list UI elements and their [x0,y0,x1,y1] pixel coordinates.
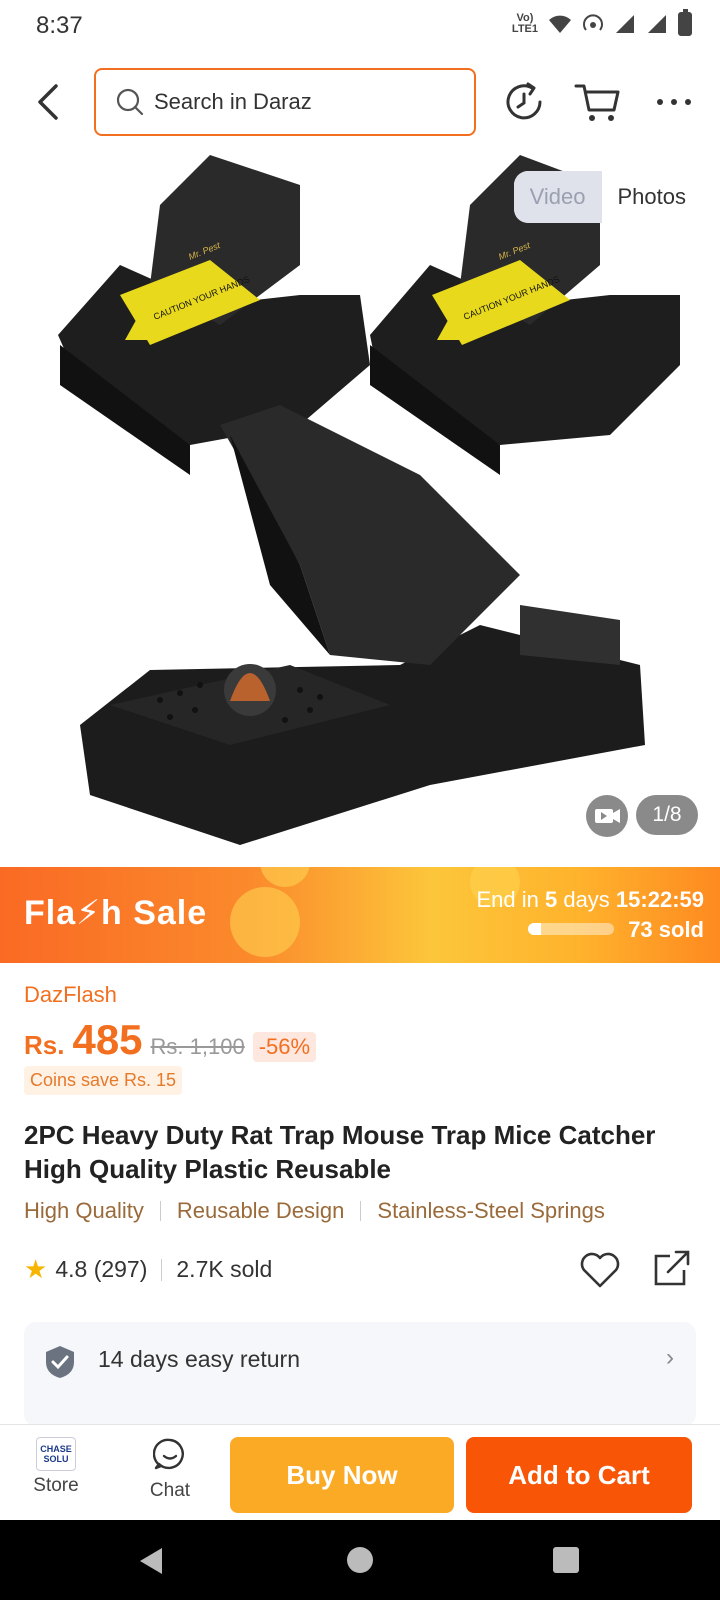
price-currency: Rs. [24,1030,65,1060]
review-count: (297) [93,1256,148,1282]
search-placeholder: Search in Daraz [154,89,312,114]
search-input[interactable]: Search in Daraz [94,68,476,136]
star-icon: ★ [24,1254,48,1284]
nav-recents-icon[interactable] [552,1546,580,1574]
current-price: 485 [72,1016,143,1063]
wifi-icon [549,15,571,33]
video-camera-icon [595,809,620,823]
hotspot-icon [583,14,603,31]
chat-icon [152,1438,184,1470]
cart-icon[interactable] [572,76,624,128]
signal-icon [616,15,634,33]
return-policy-card[interactable]: 14 days easy return › [24,1322,696,1426]
signal-icon-2 [648,15,666,33]
image-counter: 1/8 [636,795,698,835]
product-photo: CAUTION YOUR HANDS Mr. Pest CAUTION YOUR… [58,155,680,845]
feature-tag: Reusable Design [176,1198,345,1223]
status-time: 8:37 [36,12,83,39]
rating-row[interactable]: ★ 4.8 (297) 2.7K sold [24,1254,272,1285]
sold-count: 2.7K sold [176,1256,273,1282]
coin-decoration [230,887,300,957]
divider [159,1201,161,1221]
store-logo: CHASE SOLU [36,1437,76,1471]
video-play-button[interactable] [586,795,628,837]
system-nav-bar [0,1520,720,1600]
feature-tags: High Quality Reusable Design Stainless-S… [24,1198,605,1224]
price-row: Rs. 485 Rs. 1,100 -56% [24,1016,317,1064]
history-icon[interactable] [498,76,550,128]
coins-save-badge: Coins save Rs. 15 [24,1066,183,1095]
status-icons: Vo) LTE1 [511,9,692,36]
flash-sale-title: Fla⚡h Sale [24,894,208,932]
trap-open-illustration [80,405,645,845]
more-options-icon[interactable] [648,76,700,128]
return-policy-text: 14 days easy return [98,1346,301,1372]
campaign-label: DazFlash [24,982,117,1007]
volte-icon: Vo) LTE1 [511,12,538,35]
rating-value: 4.8 [55,1256,88,1282]
discount-badge: -56% [252,1032,317,1062]
wishlist-heart-icon[interactable] [578,1248,622,1292]
flash-sale-sold-count: 73 sold [628,917,704,942]
divider [161,1258,163,1281]
chat-label: Chat [149,1480,191,1501]
media-toggle: Video Photos [513,171,702,223]
product-image-gallery[interactable]: CAUTION YOUR HANDS Mr. Pest CAUTION YOUR… [0,145,720,867]
top-nav: Search in Daraz [0,62,720,142]
nav-home-icon[interactable] [346,1546,374,1574]
chevron-right-icon: › [666,1344,674,1371]
flash-sale-progress-bar [528,923,614,935]
battery-icon [678,9,692,36]
coin-decoration [260,867,310,887]
store-button[interactable]: CHASE SOLU Store [24,1437,88,1497]
divider [360,1201,362,1221]
feature-tag: Stainless-Steel Springs [377,1198,605,1223]
chat-button[interactable]: Chat [138,1437,202,1502]
add-to-cart-button[interactable]: Add to Cart [466,1437,692,1513]
product-title: 2PC Heavy Duty Rat Trap Mouse Trap Mice … [24,1120,656,1184]
shield-check-icon [46,1346,74,1378]
nav-back-icon[interactable] [136,1546,166,1576]
tab-video[interactable]: Video [513,171,602,223]
feature-tag: High Quality [24,1198,144,1223]
search-icon [116,88,144,116]
flash-sale-countdown: End in 5 days 15:22:59 [476,887,704,912]
back-arrow-icon[interactable] [30,80,66,124]
status-bar: 8:37 Vo) LTE1 [0,0,720,52]
tab-photos[interactable]: Photos [601,171,702,223]
store-label: Store [33,1475,79,1496]
original-price: Rs. 1,100 [150,1034,245,1059]
flash-sale-banner[interactable]: Fla⚡h Sale End in 5 days 15:22:59 73 sol… [0,867,720,963]
share-icon[interactable] [650,1246,694,1290]
buy-now-button[interactable]: Buy Now [230,1437,454,1513]
bottom-action-bar: CHASE SOLU Store Chat Buy Now Add to Car… [0,1424,720,1520]
